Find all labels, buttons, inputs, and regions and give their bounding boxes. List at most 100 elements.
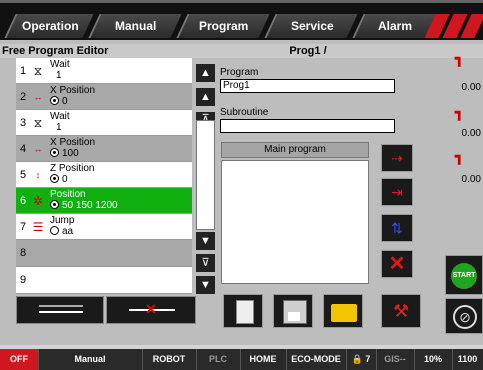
list-item-selected[interactable]: 6 ✲ Position 50 150 1200 <box>16 188 192 214</box>
tab-service-label: Service <box>290 19 334 33</box>
x-icon: ✕ <box>145 301 157 317</box>
move-step-button[interactable]: ⇥ <box>381 178 413 206</box>
status-percent: 10% <box>414 349 453 370</box>
scrollbar-track[interactable] <box>196 120 215 230</box>
scroll-bottom-button[interactable]: ▼ <box>196 276 215 294</box>
editor-title: Free Program Editor <box>0 44 218 58</box>
radio-button[interactable] <box>50 226 59 235</box>
folder-icon <box>331 304 357 322</box>
top-menu-bar: Operation Manual Program Service Alarm <box>0 0 483 40</box>
radio-button[interactable] <box>50 174 59 183</box>
list-item[interactable]: 3 ⧖ Wait 1 <box>16 110 192 136</box>
page-up-button[interactable]: ▲ <box>196 88 215 106</box>
list-item[interactable]: 2 ↔ X Position 0 <box>16 84 192 110</box>
start-icon: START <box>451 263 477 289</box>
delete-line-button[interactable]: ✕ <box>106 296 196 324</box>
row-value: 0 <box>62 174 68 185</box>
page-down-button[interactable]: ⊽ <box>196 254 215 272</box>
list-item[interactable]: 1 ⧖ Wait 1 <box>16 58 192 84</box>
line-icon <box>39 311 83 313</box>
main-program-area[interactable] <box>221 160 369 284</box>
status-robot: ROBOT <box>142 349 197 370</box>
new-file-button[interactable] <box>223 294 263 328</box>
line-icon <box>39 305 83 307</box>
list-item[interactable]: 5 ↕ Z Position 0 <box>16 162 192 188</box>
y-axis-icon: ┓ <box>455 104 464 120</box>
row-value: 0 <box>62 96 68 107</box>
status-bar: OFF Manual ROBOT PLC HOME ECO-MODE 🔒 7 G… <box>0 349 483 370</box>
x-axis-icon: ┓ <box>455 50 464 66</box>
status-count: 🔒 7 <box>346 349 377 370</box>
tab-alarm[interactable]: Alarm <box>352 14 436 38</box>
stop-button[interactable]: ⊘ <box>445 298 483 334</box>
x-axis-value: 0.00 <box>461 82 481 93</box>
subroutine-label: Subroutine <box>220 107 269 118</box>
row-label: Z Position <box>50 163 95 174</box>
tools-button[interactable]: ⚒ <box>381 294 421 328</box>
row-number: 9 <box>20 274 27 286</box>
lock-icon: 🔒 <box>351 354 363 364</box>
tab-alarm-label: Alarm <box>377 19 412 33</box>
row-value: 50 150 1200 <box>62 200 118 211</box>
replace-step-button[interactable]: ⇅ <box>381 214 413 242</box>
status-gis: GIS-- <box>376 349 415 370</box>
program-list: 1 ⧖ Wait 1 2 ↔ X Position 0 3 ⧖ Wait 1 4… <box>16 58 192 294</box>
z-axis-value: 0.00 <box>461 174 481 185</box>
insert-step-button[interactable]: ⇢ <box>381 144 413 172</box>
status-mode: Manual <box>38 349 143 370</box>
program-label: Program <box>220 67 259 78</box>
row-value: aa <box>62 226 74 237</box>
radio-button[interactable] <box>50 148 59 157</box>
status-plc: PLC <box>196 349 241 370</box>
tab-operation-label: Operation <box>21 19 79 33</box>
top-stripe <box>0 0 483 3</box>
insert-line-button[interactable] <box>16 296 104 324</box>
open-file-button[interactable] <box>323 294 363 328</box>
tab-manual-label: Manual <box>115 19 157 33</box>
radio-button[interactable] <box>50 96 59 105</box>
main-program-button[interactable]: Main program <box>221 142 369 158</box>
save-file-button[interactable] <box>273 294 313 328</box>
z-axis-icon: ↕ <box>35 170 41 180</box>
tab-service[interactable]: Service <box>264 14 358 38</box>
save-icon-label <box>288 312 300 321</box>
row-label: Wait <box>50 59 70 70</box>
x-axis-icon: ↔ <box>33 92 43 102</box>
row-number: 2 <box>20 91 27 103</box>
tab-operation[interactable]: Operation <box>4 14 94 38</box>
delete-step-button[interactable]: ✕ <box>381 250 413 278</box>
row-number: 7 <box>20 221 27 233</box>
row-number: 8 <box>20 247 27 259</box>
row-number: 1 <box>20 65 27 77</box>
y-axis-value: 0.00 <box>461 128 481 139</box>
list-item[interactable]: 7 ☰ Jump aa <box>16 214 192 240</box>
jump-icon: ☰ <box>32 220 44 234</box>
list-item[interactable]: 4 ↔ X Position 100 <box>16 136 192 162</box>
list-item[interactable]: 8 <box>16 240 192 267</box>
status-speed: 1100 <box>457 354 478 364</box>
row-value: 100 <box>62 148 79 159</box>
row-number: 6 <box>20 195 27 207</box>
status-home: HOME <box>240 349 287 370</box>
program-input[interactable]: Prog1 <box>220 79 395 93</box>
subroutine-input[interactable] <box>220 119 395 133</box>
z-axis-icon: ┓ <box>455 148 464 164</box>
position-icon: ✲ <box>32 194 44 208</box>
row-label: Wait <box>50 111 70 122</box>
tab-manual[interactable]: Manual <box>88 14 182 38</box>
scroll-down-button[interactable]: ▼ <box>196 232 215 250</box>
status-count-value: 7 <box>365 354 371 364</box>
start-button[interactable]: START <box>445 255 483 295</box>
hourglass-icon: ⧖ <box>33 64 43 78</box>
header-filler <box>398 44 483 58</box>
row-label: X Position <box>50 137 96 148</box>
scroll-up-button[interactable]: ▲ <box>196 64 215 82</box>
status-eco-mode: ECO-MODE <box>286 349 347 370</box>
tab-program-label: Program <box>199 19 249 33</box>
tab-program[interactable]: Program <box>176 14 270 38</box>
radio-button[interactable] <box>50 200 59 209</box>
tools-icon: ⚒ <box>393 301 410 321</box>
list-item[interactable]: 9 <box>16 267 192 294</box>
row-label: X Position <box>50 85 96 96</box>
row-value: 1 <box>56 70 62 81</box>
